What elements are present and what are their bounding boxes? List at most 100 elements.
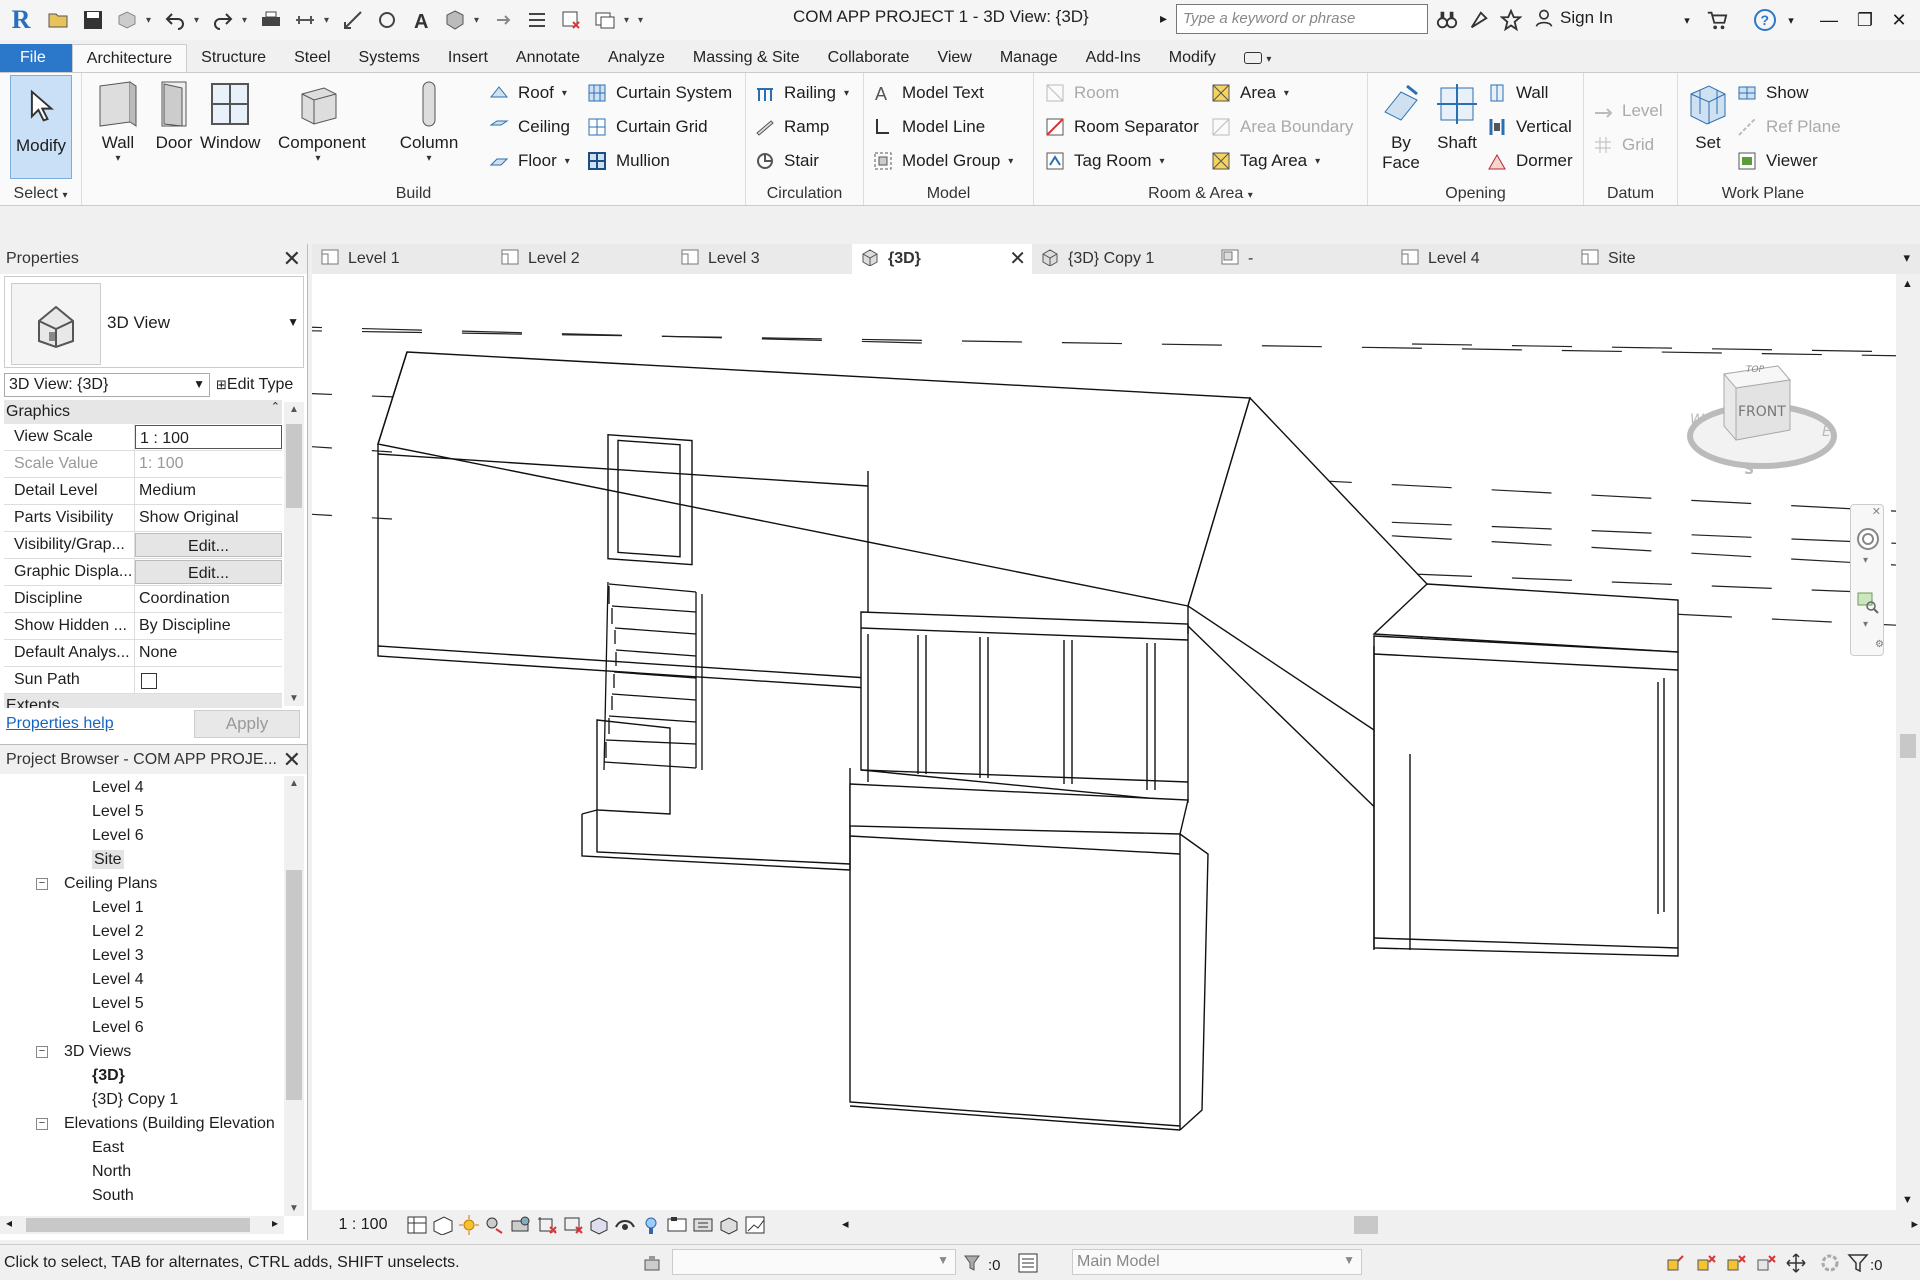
switch-windows-icon[interactable] [590,5,620,35]
contextual-tab-toggle[interactable]: ▾ [1230,44,1285,72]
window-button[interactable]: Window [200,77,260,153]
filter-icon[interactable] [1846,1251,1870,1275]
properties-group-extents[interactable]: Extents [4,694,282,708]
visual-style-icon[interactable] [430,1214,456,1236]
crop-view-icon[interactable] [534,1214,560,1236]
shadows-icon[interactable] [482,1214,508,1236]
property-row[interactable]: Parts Visibility Show Original [4,505,282,532]
collapse-icon[interactable]: − [36,1046,48,1058]
chevron-down-icon[interactable]: ▾ [324,15,334,26]
show-crop-region-icon[interactable] [560,1214,586,1236]
browser-item[interactable]: Level 5 [0,992,284,1016]
viewer-button[interactable]: Viewer [1736,147,1818,175]
door-button[interactable]: Door [144,77,204,153]
curtain-system-button[interactable]: Curtain System [586,79,732,107]
select-pinned-icon[interactable] [1724,1251,1748,1275]
ref-plane-button[interactable]: Ref Plane [1736,113,1841,141]
property-value[interactable]: Medium [135,478,282,504]
roof-button[interactable]: Roof ▾ [488,79,567,107]
property-edit-button[interactable]: Edit... [135,533,282,557]
select-by-face-icon[interactable] [1754,1251,1778,1275]
property-value[interactable]: By Discipline [135,613,282,639]
shaft-button[interactable]: Shaft [1428,77,1486,153]
browser-item[interactable]: Level 6 [0,1016,284,1040]
ribbon-tab-manage[interactable]: Manage [986,44,1072,72]
close-icon[interactable]: ✕ [283,246,301,272]
browser-item[interactable]: {3D} Copy 1 [0,1088,284,1112]
ribbon-tab-systems[interactable]: Systems [345,44,434,72]
chevron-down-icon[interactable]: ▾ [194,15,204,26]
browser-item[interactable]: North [0,1160,284,1184]
model-text-button[interactable]: A Model Text [872,79,984,107]
ribbon-tab-steel[interactable]: Steel [280,44,344,72]
ramp-button[interactable]: Ramp [754,113,829,141]
customize-icon[interactable]: ⚙ [1875,639,1884,650]
view-tab[interactable]: Level 3 [672,244,852,274]
revit-logo-icon[interactable]: R [8,6,34,34]
sync-icon[interactable] [112,5,142,35]
print-icon[interactable] [256,5,286,35]
room-separator-button[interactable]: Room Separator [1044,113,1199,141]
favorites-star-icon[interactable] [1496,5,1526,35]
property-value[interactable]: Coordination [135,586,282,612]
view-tabs-menu-icon[interactable]: ▾ [1903,250,1910,266]
property-value[interactable]: None [135,640,282,666]
ribbon-tab-modify[interactable]: Modify [1155,44,1230,72]
reveal-hidden-icon[interactable] [638,1214,664,1236]
view-scale-control[interactable]: 1 : 100 [322,1216,404,1234]
select-panel-title[interactable]: Select ▾ [0,185,81,203]
area-button[interactable]: Area ▾ [1210,79,1289,107]
browser-item[interactable]: Level 2 [0,920,284,944]
by-face-button[interactable]: By Face [1376,77,1426,173]
editing-requests-icon[interactable] [960,1251,984,1275]
browser-scrollbar[interactable]: ▲ ▼ [284,776,304,1216]
thin-lines-icon[interactable] [522,5,552,35]
browser-item[interactable]: Level 1 [0,896,284,920]
component-button[interactable]: Component ▾ [278,77,366,164]
mullion-button[interactable]: Mullion [586,147,670,175]
ribbon-tab-architecture[interactable]: Architecture [71,44,188,72]
property-row[interactable]: Detail Level Medium [4,478,282,505]
browser-item[interactable]: Level 5 [0,800,284,824]
column-button[interactable]: Column ▾ [396,77,462,164]
browser-hscrollbar[interactable]: ◂ ▸ [0,1216,284,1234]
properties-help-link[interactable]: Properties help [6,715,114,733]
browser-category[interactable]: − 3D Views [0,1040,284,1064]
drag-elements-icon[interactable] [1784,1251,1808,1275]
model-line-button[interactable]: Model Line [872,113,985,141]
stair-button[interactable]: Stair [754,147,819,175]
worksharing-display-icon[interactable] [690,1214,716,1236]
sun-path-icon[interactable] [456,1214,482,1236]
grid-button[interactable]: Grid [1592,131,1654,159]
collapse-icon[interactable]: − [36,1118,48,1130]
chevron-down-icon[interactable]: ▾ [1863,555,1868,566]
ribbon-tab-annotate[interactable]: Annotate [502,44,594,72]
steering-wheel-icon[interactable] [1856,527,1880,551]
rendering-dialog-icon[interactable] [508,1214,534,1236]
save-icon[interactable] [78,5,108,35]
communication-center-icon[interactable] [1464,5,1494,35]
view-tab[interactable]: Site [1572,244,1752,274]
detail-level-icon[interactable] [404,1214,430,1236]
default-3d-view-icon[interactable] [440,5,470,35]
property-row[interactable]: Default Analys... None [4,640,282,667]
browser-category[interactable]: − Elevations (Building Elevation [0,1112,284,1136]
curtain-grid-button[interactable]: Curtain Grid [586,113,708,141]
modify-button[interactable]: Modify [10,75,72,179]
worksets-icon[interactable] [640,1251,664,1275]
canvas-vscrollbar[interactable]: ▲ ▼ [1896,274,1920,1210]
property-value[interactable]: 1 : 100 [135,425,282,449]
redo-icon[interactable] [208,5,238,35]
properties-scrollbar[interactable]: ▲ ▼ [284,402,304,706]
chevron-down-icon[interactable]: ▾ [1776,5,1806,35]
close-hidden-windows-icon[interactable] [556,5,586,35]
customize-qat-icon[interactable]: ▾ [638,15,654,26]
property-row[interactable]: Scale Value 1: 100 [4,451,282,478]
ribbon-tab-insert[interactable]: Insert [434,44,502,72]
restore-button[interactable]: ❐ [1850,6,1880,34]
close-button[interactable]: ✕ [1884,6,1914,34]
chevron-down-icon[interactable]: ▾ [242,15,252,26]
view-tab[interactable]: Level 4 [1392,244,1572,274]
chevron-down-icon[interactable]: ▾ [146,15,156,26]
temporary-view-properties-icon[interactable] [664,1214,690,1236]
